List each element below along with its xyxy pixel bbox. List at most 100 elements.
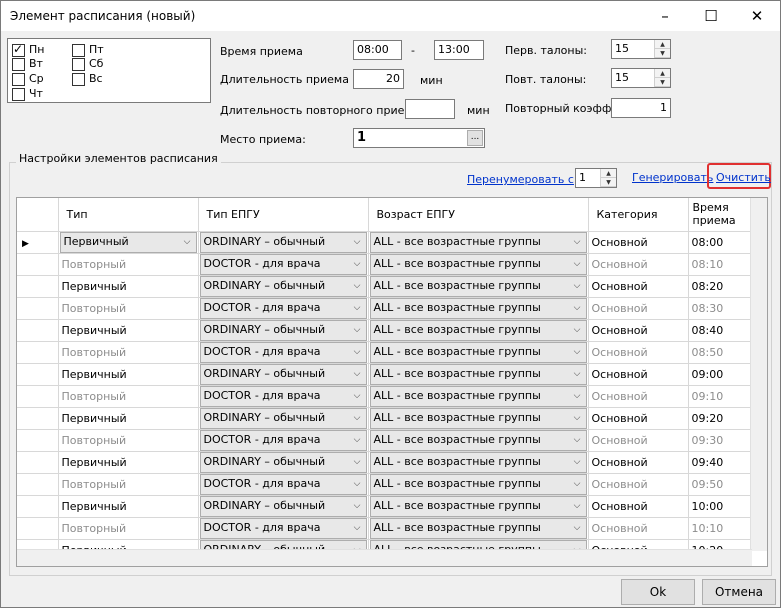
epgu-type-cell[interactable]: ORDINARY – обычный ⌵ [198,495,369,518]
chevron-down-icon[interactable]: ⌵ [350,454,365,471]
checkbox-thu[interactable] [12,88,25,101]
generate-link[interactable]: Генерировать [632,171,713,184]
row-header[interactable] [17,517,59,540]
table-row[interactable]: Повторный DOCTOR - для врача ⌵ ALL - все во… [17,517,752,540]
time-cell[interactable]: 08:10 [688,253,752,276]
epgu-age-cell[interactable]: ALL - все возрастные группы ⌵ [368,231,589,254]
epgu-age-cell[interactable]: ALL - все возрастные группы ⌵ [368,297,589,320]
spin-up-icon[interactable]: ▲ [655,69,670,78]
epgu-type-dropdown[interactable]: DOCTOR - для врача ⌵ [199,517,367,538]
type-cell[interactable]: Первичный [58,495,199,518]
horizontal-scrollbar[interactable] [17,549,752,566]
row-header[interactable] [17,385,59,408]
epgu-type-dropdown[interactable]: DOCTOR - для врача ⌵ [199,341,367,362]
category-cell[interactable]: Основной [588,275,689,298]
type-cell[interactable]: Первичный [58,407,199,430]
type-cell[interactable]: Первичный [58,275,199,298]
epgu-age-cell[interactable]: ALL - все возрастные группы ⌵ [368,473,589,496]
time-cell[interactable]: 08:40 [688,319,752,342]
row-header[interactable] [17,297,59,320]
chevron-down-icon[interactable]: ⌵ [570,234,585,251]
close-button[interactable]: ✕ [734,1,780,31]
column-header[interactable]: Категория [588,198,689,232]
table-row[interactable]: ПервичныйORDINARY – обычный⌵ALL - все во… [17,319,752,342]
epgu-age-dropdown[interactable]: ALL - все возрастные группы ⌵ [369,429,587,450]
epgu-type-cell[interactable]: ORDINARY – обычный ⌵ [198,407,369,430]
chevron-down-icon[interactable]: ⌵ [350,432,365,449]
time-cell[interactable]: 10:00 [688,495,752,518]
row-header[interactable] [17,495,59,518]
first-tickets-spinner[interactable]: ▲ ▼ [654,40,670,58]
chevron-down-icon[interactable]: ⌵ [350,344,365,361]
table-row[interactable]: Повторный DOCTOR - для врача ⌵ ALL - все во… [17,385,752,408]
epgu-type-dropdown[interactable]: ORDINARY – обычный ⌵ [199,407,367,428]
time-to-input[interactable]: 13:00 [434,40,484,60]
spin-down-icon[interactable]: ▼ [601,178,616,187]
chevron-down-icon[interactable]: ⌵ [350,476,365,493]
chevron-down-icon[interactable]: ⌵ [350,278,365,295]
category-cell[interactable]: Основной [588,517,689,540]
chevron-down-icon[interactable]: ⌵ [350,388,365,405]
epgu-type-cell[interactable]: DOCTOR - для врача ⌵ [198,473,369,496]
epgu-age-dropdown[interactable]: ALL - все возрастные группы ⌵ [369,495,587,516]
epgu-age-cell[interactable]: ALL - все возрастные группы ⌵ [368,363,589,386]
chevron-down-icon[interactable]: ⌵ [570,256,585,273]
row-header[interactable] [17,429,59,452]
type-cell[interactable]: Повторный [58,473,199,496]
category-cell[interactable]: Основной [588,253,689,276]
repeat-duration-input[interactable] [405,99,455,119]
spin-up-icon[interactable]: ▲ [655,40,670,49]
row-header[interactable] [17,363,59,386]
epgu-age-cell[interactable]: ALL - все возрастные группы ⌵ [368,495,589,518]
checkbox-wed[interactable] [12,73,25,86]
duration-input[interactable]: 20 [353,69,404,89]
type-cell[interactable]: Первичный [58,363,199,386]
time-cell[interactable]: 09:00 [688,363,752,386]
epgu-type-cell[interactable]: ORDINARY – обычный ⌵ [198,231,369,254]
epgu-age-cell[interactable]: ALL - все возрастные группы ⌵ [368,275,589,298]
epgu-age-cell[interactable]: ALL - все возрастные группы ⌵ [368,319,589,342]
time-cell[interactable]: 09:40 [688,451,752,474]
chevron-down-icon[interactable]: ⌵ [570,278,585,295]
chevron-down-icon[interactable]: ⌵ [570,498,585,515]
category-cell[interactable]: Основной [588,407,689,430]
category-cell[interactable]: Основной [588,231,689,254]
epgu-type-cell[interactable]: ORDINARY – обычный ⌵ [198,319,369,342]
epgu-age-cell[interactable]: ALL - все возрастные группы ⌵ [368,407,589,430]
epgu-type-dropdown[interactable]: DOCTOR - для врача ⌵ [199,429,367,450]
type-dropdown[interactable]: Первичный ⌵ [59,231,197,252]
table-row[interactable]: ▶ Первичный ⌵ ORDINARY – обычный ⌵ ALL - все … [17,231,752,254]
epgu-age-dropdown[interactable]: ALL - все возрастные группы ⌵ [369,363,587,384]
epgu-age-cell[interactable]: ALL - все возрастные группы ⌵ [368,517,589,540]
spin-down-icon[interactable]: ▼ [655,49,670,58]
row-header[interactable] [17,407,59,430]
epgu-type-cell[interactable]: ORDINARY – обычный ⌵ [198,275,369,298]
time-cell[interactable]: 08:50 [688,341,752,364]
time-from-input[interactable]: 08:00 [353,40,402,60]
chevron-down-icon[interactable]: ⌵ [570,520,585,537]
chevron-down-icon[interactable]: ⌵ [350,234,365,251]
table-row[interactable]: Повторный DOCTOR - для врача ⌵ ALL - все во… [17,473,752,496]
table-row[interactable]: Повторный DOCTOR - для врача ⌵ ALL - все во… [17,297,752,320]
epgu-type-cell[interactable]: DOCTOR - для врача ⌵ [198,253,369,276]
category-cell[interactable]: Основной [588,363,689,386]
epgu-age-dropdown[interactable]: ALL - все возрастные группы ⌵ [369,319,587,340]
category-cell[interactable]: Основной [588,451,689,474]
type-cell[interactable]: Первичный [58,319,199,342]
epgu-age-dropdown[interactable]: ALL - все возрастные группы ⌵ [369,517,587,538]
checkbox-sun[interactable] [72,73,85,86]
vertical-scrollbar[interactable] [750,198,767,551]
epgu-age-dropdown[interactable]: ALL - все возрастные группы ⌵ [369,473,587,494]
place-browse-button[interactable]: ... [467,130,483,146]
epgu-type-dropdown[interactable]: ORDINARY – обычный ⌵ [199,319,367,340]
epgu-age-cell[interactable]: ALL - все возрастные группы ⌵ [368,341,589,364]
epgu-type-dropdown[interactable]: ORDINARY – обычный ⌵ [199,451,367,472]
time-cell[interactable]: 08:20 [688,275,752,298]
chevron-down-icon[interactable]: ⌵ [570,388,585,405]
time-cell[interactable]: 09:20 [688,407,752,430]
epgu-age-cell[interactable]: ALL - все возрастные группы ⌵ [368,385,589,408]
type-cell[interactable]: Повторный [58,385,199,408]
renumber-link[interactable]: Перенумеровать с [467,173,574,186]
column-header[interactable]: Тип ЕПГУ [198,198,369,232]
chevron-down-icon[interactable]: ⌵ [350,498,365,515]
